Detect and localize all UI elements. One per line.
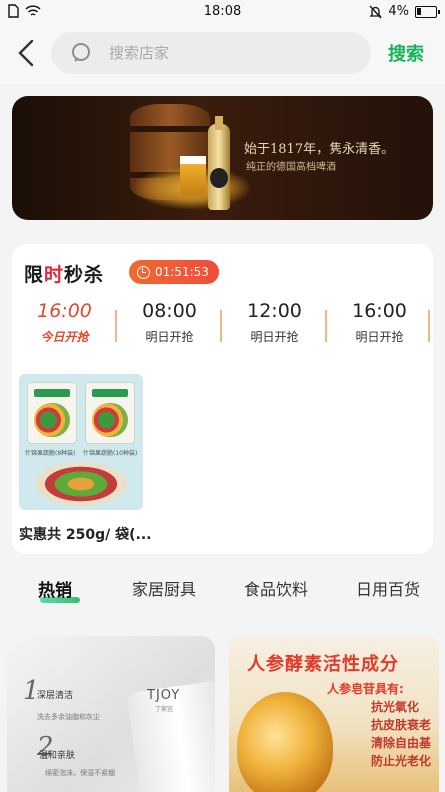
product-headline: 人参酵素活性成分 [247,654,399,675]
status-bar: 18:08 4% [0,0,445,24]
snack-bag-image [85,382,135,444]
fruit-plate-image [35,462,127,506]
search-header: 搜索 [0,24,445,84]
tab-daily-goods[interactable]: 日用百货 [356,576,420,600]
benefit-item: 抗光氧化 [371,700,420,714]
slot-time: 16:00 [352,300,407,322]
bag-caption: 什锦果蔬脆(8种装) [25,450,76,457]
status-right-icons: 4% [369,4,440,19]
search-icon [72,43,90,62]
slot-label: 明日开抢 [355,330,404,344]
tab-food-drinks[interactable]: 食品饮料 [244,576,308,600]
time-slot-3[interactable]: 12:00 明日开抢 [222,300,327,345]
tab-hot-sale[interactable]: 热销 [38,576,72,601]
search-input[interactable] [109,40,349,66]
flash-product-title[interactable]: 实惠共 250g/ 袋(... [19,524,151,544]
step-title: 温和亲肤 [39,751,76,761]
step-desc: 洗去多余油脂和灰尘 [37,713,100,721]
slot-time: 08:00 [142,300,197,322]
slot-label: 明日开抢 [250,330,299,344]
time-slot-4[interactable]: 16:00 明日开抢 [327,300,432,345]
product-subheadline: 人参皂苷具有: [327,682,404,696]
snack-bag-image [27,382,77,444]
benefit-item: 防止光老化 [371,754,432,768]
tab-home-kitchen[interactable]: 家居厨具 [132,576,196,600]
banner-subtitle: 纯正的德国高档啤酒 [246,162,336,173]
bell-mute-icon [369,5,382,18]
product-card-ginseng[interactable]: 人参酵素活性成分 人参皂苷具有: 抗光氧化 抗皮肤衰老 清除自由基 防止光老化 [229,636,439,792]
back-arrow-icon[interactable] [14,38,40,68]
battery-icon [415,5,440,18]
benefit-item: 抗皮肤衰老 [371,718,432,732]
countdown-badge: 01:51:53 [129,260,219,284]
product-brand: TJOY [147,688,181,703]
slot-time: 16:00 [37,300,92,322]
search-bar[interactable] [51,32,371,74]
alarm-clock-icon [137,265,150,279]
product-card-cleanser[interactable]: 1 深层清洁 洗去多余油脂和灰尘 2 温和亲肤 绵密泡沫，保湿不紧绷 TJOY … [7,636,215,792]
countdown-time: 01:51:53 [155,265,209,279]
slot-label: 今日开抢 [40,330,89,344]
product-brand-sub: 丁家宜 [155,706,174,713]
flash-product-image[interactable]: 什锦果蔬脆(8种装) 什锦果蔬脆(10种装) [19,374,143,510]
slot-label: 明日开抢 [145,330,194,344]
flash-sale-card: 限时秒杀 01:51:53 16:00 今日开抢 08:00 明日开抢 12:0… [12,244,433,554]
time-slot-1[interactable]: 16:00 今日开抢 [12,300,117,345]
search-button[interactable]: 搜索 [388,40,424,66]
flash-title-part3: 秒杀 [64,264,105,286]
beer-glass-image [180,156,206,196]
oil-drop-image [237,692,333,792]
flash-sale-title: 限时秒杀 [24,260,104,287]
category-tabs: 热销 家居厨具 食品饮料 日用百货 [0,572,445,606]
flash-title-part1: 限 [24,264,45,286]
banner-slogan: 始于1817年，隽永清香。 [244,142,395,157]
step-title: 深层清洁 [37,691,74,701]
flash-title-part2: 时 [44,264,65,286]
promo-banner[interactable]: 始于1817年，隽永清香。 纯正的德国高档啤酒 [12,96,433,220]
beer-bottle-image [208,116,230,210]
time-slot-2[interactable]: 08:00 明日开抢 [117,300,222,345]
bag-caption: 什锦果蔬脆(10种装) [83,450,138,457]
time-slots: 16:00 今日开抢 08:00 明日开抢 12:00 明日开抢 16:00 明… [12,300,433,356]
step-desc: 绵密泡沫，保湿不紧绷 [45,769,115,777]
battery-percent: 4% [388,4,409,19]
slot-divider [428,310,430,342]
slot-time: 12:00 [247,300,302,322]
benefit-item: 清除自由基 [371,736,432,750]
